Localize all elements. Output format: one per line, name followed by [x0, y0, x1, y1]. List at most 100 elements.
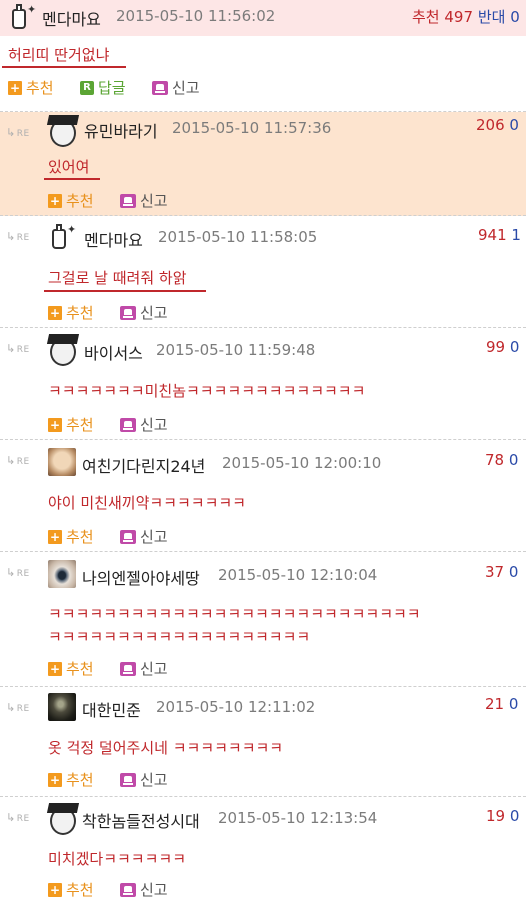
- comment-text: 있어여: [48, 158, 90, 176]
- comment-date: 2015-05-10 12:00:10: [222, 454, 382, 472]
- report-icon: [152, 80, 168, 95]
- comment-text: 야이 미친새끼약ㅋㅋㅋㅋㅋㅋㅋ: [48, 494, 246, 512]
- recommend-label: 추천: [66, 416, 94, 434]
- comment-author[interactable]: 여친기다린지24년: [82, 453, 205, 477]
- report-icon: [120, 193, 136, 208]
- plus-icon: +: [48, 529, 62, 544]
- comment-author[interactable]: 유민바라기: [84, 118, 158, 142]
- comment-item: RE 대한민준 2015-05-10 12:11:02 21 0 옷 걱정 덜어…: [0, 687, 526, 797]
- reply-button[interactable]: R 답글: [80, 77, 126, 98]
- downvote-label: 반대: [477, 8, 506, 26]
- comment-author[interactable]: 멘다마요: [84, 227, 143, 251]
- comment-votes: 206 0: [476, 116, 519, 134]
- comment-votes: 21 0: [485, 695, 518, 713]
- report-icon: [120, 529, 136, 544]
- plus-icon: +: [48, 661, 62, 676]
- comment-item: RE 착한놈들전성시대 2015-05-10 12:13:54 19 0 미치겠…: [0, 797, 526, 899]
- comment-votes: 37 0: [485, 563, 518, 581]
- recommend-label: 추천: [66, 660, 94, 678]
- recommend-button[interactable]: + 추천: [48, 414, 94, 435]
- recommend-button[interactable]: + 추천: [48, 526, 94, 547]
- recommend-label: 추천: [66, 304, 94, 322]
- downvote-count: 0: [509, 338, 520, 356]
- comment-item: RE 여친기다린지24년 2015-05-10 12:00:10 78 0 야이…: [0, 440, 526, 552]
- comment-author[interactable]: 대한민준: [82, 697, 141, 721]
- eye-avatar-icon: [48, 560, 76, 588]
- downvote-count: 1: [511, 226, 521, 244]
- comment-date: 2015-05-10 12:11:02: [156, 698, 316, 716]
- upvote-count: 37: [485, 563, 505, 581]
- post-text-underline: [2, 66, 126, 68]
- upvote-count: 21: [485, 695, 505, 713]
- downvote-count: 0: [508, 695, 519, 713]
- upvote-count: 19: [486, 807, 506, 825]
- upvote-count: 497: [444, 8, 474, 26]
- report-button[interactable]: 신고: [120, 414, 168, 435]
- comment-date: 2015-05-10 11:57:36: [172, 119, 332, 137]
- re-marker: RE: [6, 342, 30, 355]
- upvote-count: 99: [486, 338, 506, 356]
- downvote-count: 0: [509, 807, 520, 825]
- report-button[interactable]: 신고: [120, 190, 168, 211]
- comment-date: 2015-05-10 12:10:04: [218, 566, 378, 584]
- report-label: 신고: [140, 771, 168, 789]
- photo-avatar-icon: [48, 448, 76, 476]
- plus-icon: +: [48, 305, 62, 320]
- report-button[interactable]: 신고: [152, 77, 200, 98]
- recommend-label: 추천: [66, 771, 94, 789]
- recommend-button[interactable]: + 추천: [48, 658, 94, 679]
- re-marker: RE: [6, 230, 30, 243]
- report-label: 신고: [172, 79, 200, 97]
- recommend-button[interactable]: + 추천: [48, 190, 94, 211]
- recommend-button[interactable]: + 추천: [48, 769, 94, 790]
- comment-author[interactable]: 바이서스: [84, 340, 143, 364]
- post-vote-summary: 추천 497 반대 0: [412, 6, 520, 27]
- comment-text: ㅋㅋㅋㅋㅋㅋㅋ미친놈ㅋㅋㅋㅋㅋㅋㅋㅋㅋㅋㅋㅋㅋ: [48, 382, 366, 400]
- reply-label: 답글: [98, 79, 126, 97]
- upvote-count: 78: [485, 451, 505, 469]
- report-icon: [120, 305, 136, 320]
- report-button[interactable]: 신고: [120, 302, 168, 323]
- upvote-count: 206: [476, 116, 505, 134]
- report-icon: [120, 772, 136, 787]
- downvote-count: 0: [510, 8, 520, 26]
- report-button[interactable]: 신고: [120, 526, 168, 547]
- report-icon: [120, 882, 136, 897]
- comment-date: 2015-05-10 11:59:48: [156, 341, 316, 359]
- downvote-count: 0: [508, 563, 519, 581]
- report-label: 신고: [140, 416, 168, 434]
- report-label: 신고: [140, 304, 168, 322]
- recommend-button[interactable]: + 추천: [8, 77, 54, 98]
- reply-icon: R: [80, 80, 94, 95]
- comment-votes: 99 0: [486, 338, 519, 356]
- comment-author[interactable]: 착한놈들전성시대: [82, 808, 200, 832]
- comment-item: RE 유민바라기 2015-05-10 11:57:36 206 0 있어여 +…: [0, 112, 526, 216]
- comment-votes: 19 0: [486, 807, 519, 825]
- comment-text: ㅋㅋㅋㅋㅋㅋㅋㅋㅋㅋㅋㅋㅋㅋㅋㅋㅋㅋㅋㅋㅋㅋㅋㅋㅋㅋㅋ: [48, 605, 421, 623]
- photo-avatar-icon: [48, 693, 76, 721]
- downvote-count: 0: [508, 451, 519, 469]
- downvote-count: 0: [509, 116, 519, 134]
- report-label: 신고: [140, 528, 168, 546]
- comment-votes: 78 0: [485, 451, 518, 469]
- comment-date: 2015-05-10 12:13:54: [218, 809, 378, 827]
- recommend-label: 추천: [66, 192, 94, 210]
- top-post: ✦ 멘다마요 2015-05-10 11:56:02 추천 497 반대 0 허…: [0, 0, 526, 112]
- report-button[interactable]: 신고: [120, 658, 168, 679]
- recommend-button[interactable]: + 추천: [48, 302, 94, 323]
- upvote-count: 941: [478, 226, 507, 244]
- re-marker: RE: [6, 454, 30, 467]
- comment-votes: 941 1: [478, 226, 521, 244]
- plus-icon: +: [48, 417, 62, 432]
- comment-date: 2015-05-10 11:58:05: [158, 228, 318, 246]
- comment-text: 미치겠다ㅋㅋㅋㅋㅋㅋ: [48, 850, 187, 868]
- post-author[interactable]: 멘다마요: [42, 6, 101, 30]
- plus-icon: +: [48, 193, 62, 208]
- report-button[interactable]: 신고: [120, 769, 168, 790]
- report-icon: [120, 661, 136, 676]
- comment-item: RE 나의엔젤아야세땅 2015-05-10 12:10:04 37 0 ㅋㅋㅋ…: [0, 552, 526, 687]
- report-label: 신고: [140, 660, 168, 678]
- upvote-label: 추천: [412, 8, 440, 26]
- comment-author[interactable]: 나의엔젤아야세땅: [82, 565, 200, 589]
- comment-text: 옷 걱정 덜어주시네 ㅋㅋㅋㅋㅋㅋㅋㅋ: [48, 739, 284, 757]
